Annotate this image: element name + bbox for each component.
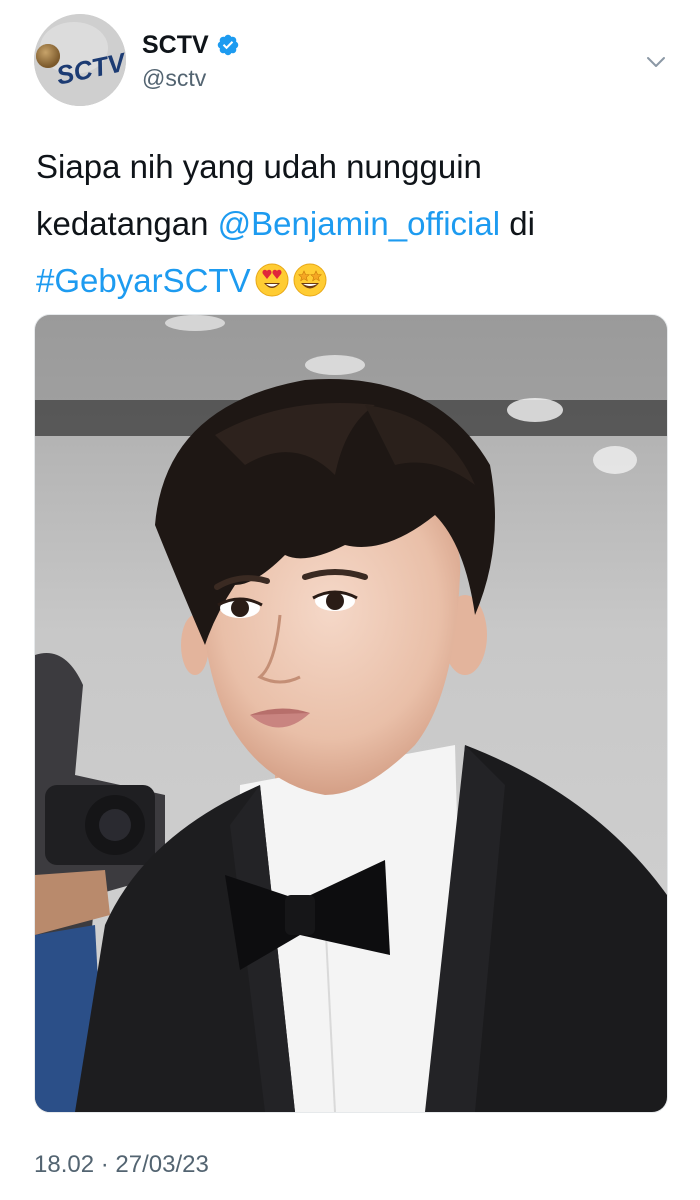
- tweet-card: SCTV SCTV @sctv Siapa nih yang udah nung…: [0, 0, 700, 1200]
- tweet-media-photo[interactable]: [34, 314, 668, 1113]
- tweet-text: Siapa nih yang udah nungguin kedatangan …: [36, 138, 656, 309]
- sctv-logo-avatar: SCTV: [34, 14, 126, 106]
- tweet-text-part: di: [500, 205, 535, 242]
- tweet-timestamp[interactable]: 18.02 · 27/03/23: [34, 1150, 209, 1180]
- verified-badge-icon: [216, 33, 240, 57]
- hashtag-link[interactable]: #GebyarSCTV: [36, 262, 251, 299]
- mention-link[interactable]: @Benjamin_official: [218, 205, 500, 242]
- photo-man-in-tuxedo-bow-tie: [35, 315, 667, 1112]
- author-name-row: SCTV: [142, 30, 240, 60]
- avatar[interactable]: SCTV: [34, 14, 126, 106]
- chevron-down-icon[interactable]: [642, 48, 670, 76]
- star-struck-emoji: [293, 263, 327, 297]
- author-display-name[interactable]: SCTV: [142, 30, 209, 60]
- author-handle[interactable]: @sctv: [142, 64, 206, 92]
- heart-eyes-emoji: [255, 263, 289, 297]
